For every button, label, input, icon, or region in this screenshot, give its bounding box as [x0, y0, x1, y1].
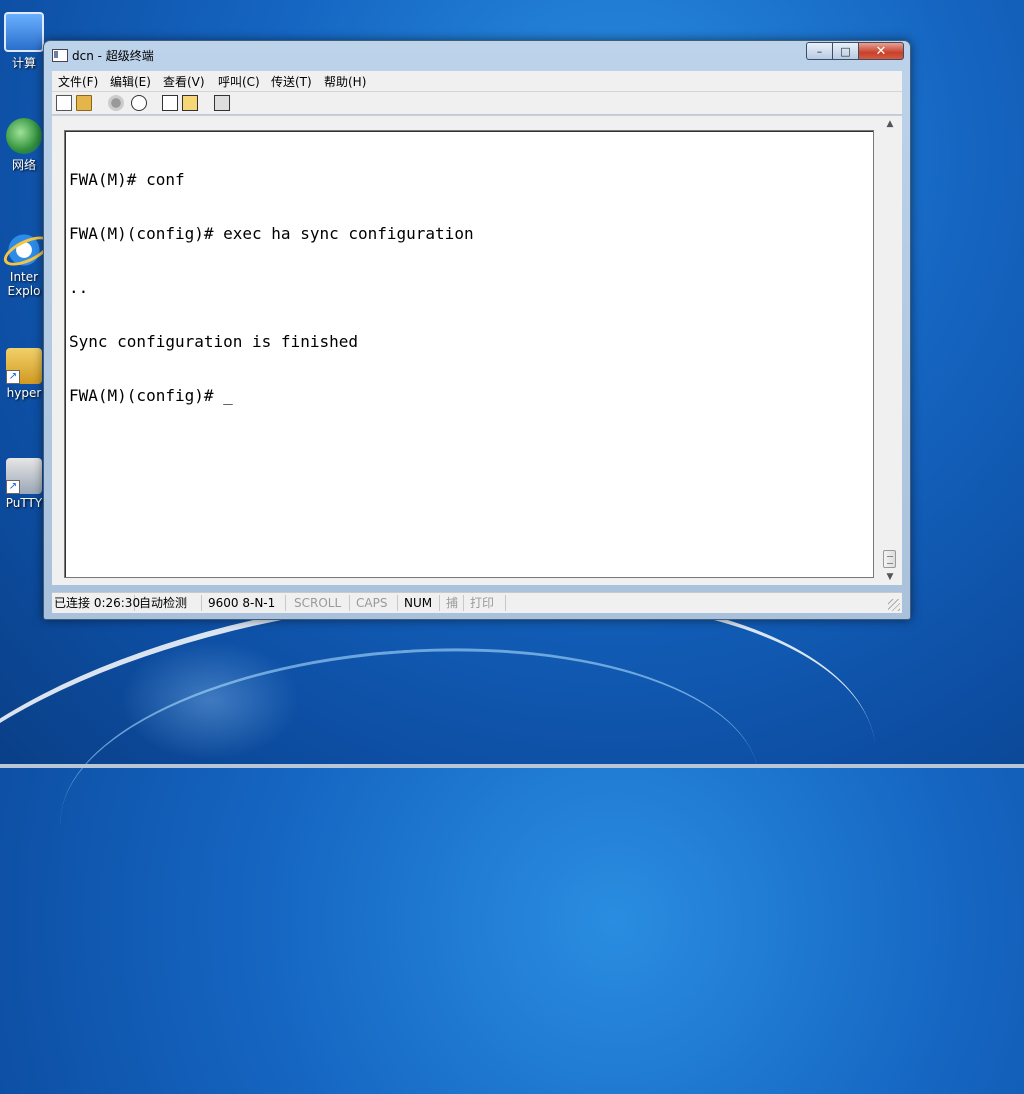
window-title: dcn - 超级终端: [72, 49, 154, 63]
putty-icon: ↗: [6, 458, 42, 494]
terminal-line: ..: [69, 278, 89, 297]
status-baud: 9600 8-N-1: [204, 595, 286, 611]
shortcut-arrow-icon: ↗: [6, 370, 20, 384]
menu-help[interactable]: 帮助(H): [324, 73, 366, 90]
desktop-icon-label: 网络: [11, 158, 36, 172]
toolbar: [52, 92, 902, 115]
desktop-icon-label: PuTTY: [5, 496, 43, 510]
status-bar: 已连接 0:26:30 自动检测 9600 8-N-1 SCROLL CAPS …: [52, 592, 902, 613]
receive-icon[interactable]: [182, 95, 198, 111]
resize-grip-icon[interactable]: [888, 599, 900, 611]
terminal-prompt-line: FWA(M)(config)# _: [69, 386, 233, 405]
title-bar[interactable]: dcn - 超级终端 – □ ✕: [44, 41, 910, 69]
terminal-line: FWA(M)# conf: [69, 170, 185, 189]
properties-icon[interactable]: [214, 95, 230, 111]
menu-view[interactable]: 查看(V): [163, 73, 205, 90]
open-icon[interactable]: [76, 95, 92, 111]
terminal-screen[interactable]: FWA(M)# conf FWA(M)(config)# exec ha syn…: [64, 130, 874, 578]
desktop-icon-label: Inter: [9, 270, 39, 284]
shortcut-arrow-icon: ↗: [6, 480, 20, 494]
desktop-icon-network[interactable]: 网络: [0, 118, 48, 173]
status-capture: 捕: [442, 595, 464, 611]
menu-file[interactable]: 文件(F): [58, 73, 98, 90]
window-controls: – □ ✕: [806, 42, 904, 60]
status-caps: CAPS: [352, 595, 398, 611]
terminal-output: FWA(M)# conf FWA(M)(config)# exec ha syn…: [69, 135, 859, 565]
scroll-down-icon[interactable]: ▼: [882, 569, 898, 585]
internet-explorer-icon: [6, 232, 42, 268]
status-auto-detect: 自动检测: [137, 595, 202, 611]
terminal-line: FWA(M)(config)# exec ha sync configurati…: [69, 224, 474, 243]
vertical-scrollbar[interactable]: ▲ ▼: [882, 116, 898, 585]
desktop-icon-hyperterminal[interactable]: ↗ hyper: [0, 348, 48, 400]
desktop-icon-label: hyper: [6, 386, 42, 400]
status-connected-time: 已连接 0:26:30: [54, 595, 141, 611]
desktop-icon-label: 计算: [11, 56, 36, 70]
close-button[interactable]: ✕: [858, 42, 904, 60]
hyperterminal-window[interactable]: dcn - 超级终端 – □ ✕ 文件(F) 编辑(E) 查看(V) 呼叫(C)…: [43, 40, 911, 620]
minimize-button[interactable]: –: [806, 42, 832, 60]
status-num: NUM: [400, 595, 440, 611]
scroll-up-icon[interactable]: ▲: [882, 116, 898, 132]
desktop-icon-internet-explorer[interactable]: Inter Explo: [0, 232, 48, 298]
terminal-line: Sync configuration is finished: [69, 332, 358, 351]
status-print: 打印: [466, 595, 506, 611]
maximize-button[interactable]: □: [832, 42, 858, 60]
menu-bar: 文件(F) 编辑(E) 查看(V) 呼叫(C) 传送(T) 帮助(H): [52, 71, 902, 92]
desktop-icon-putty[interactable]: ↗ PuTTY: [0, 458, 48, 510]
disconnect-icon[interactable]: [108, 95, 124, 111]
new-icon[interactable]: [56, 95, 72, 111]
hyperterminal-icon: ↗: [6, 348, 42, 384]
app-icon[interactable]: [52, 49, 68, 62]
terminal-area: FWA(M)# conf FWA(M)(config)# exec ha syn…: [52, 116, 902, 585]
connect-icon[interactable]: [131, 95, 147, 111]
scroll-thumb[interactable]: [883, 550, 896, 568]
desktop-icon-label-line2: Explo: [7, 284, 41, 298]
menu-transfer[interactable]: 传送(T): [271, 73, 312, 90]
send-icon[interactable]: [162, 95, 178, 111]
taskbar-edge: [0, 764, 1024, 768]
computer-icon: [4, 12, 44, 52]
menu-call[interactable]: 呼叫(C): [218, 73, 260, 90]
menu-edit[interactable]: 编辑(E): [110, 73, 151, 90]
status-scroll: SCROLL: [288, 595, 350, 611]
desktop-icon-computer[interactable]: 计算: [0, 12, 48, 71]
network-icon: [6, 118, 42, 154]
wallpaper-glow: [120, 640, 300, 760]
